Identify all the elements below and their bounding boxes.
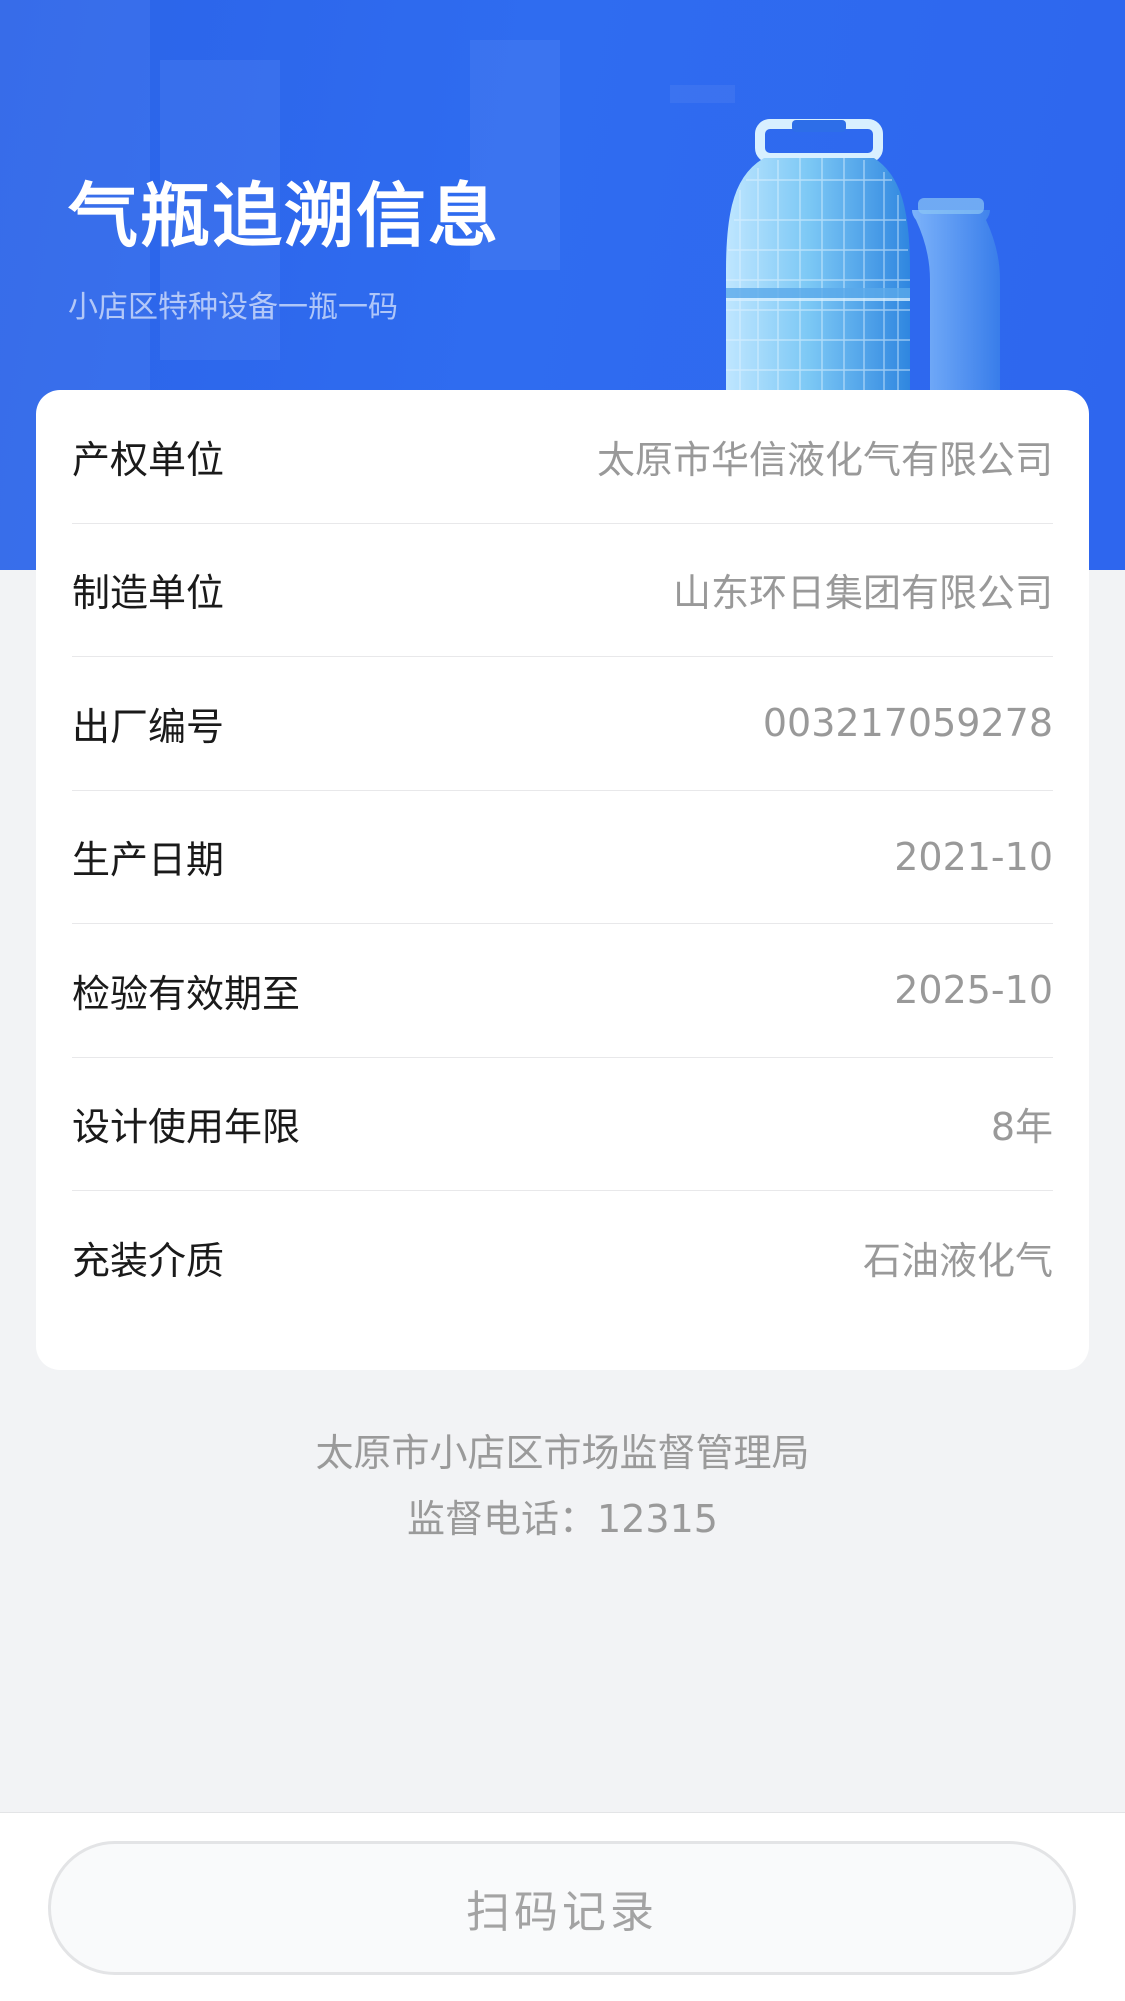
info-label: 产权单位 [72,437,225,482]
hotline-text: 监督电话：12315 [407,1497,718,1541]
bottom-bar: 扫码记录 [0,1812,1125,2001]
gas-cylinder-icon [726,119,1000,400]
info-value: 2021-10 [894,834,1053,879]
info-label: 生产日期 [72,838,225,883]
supervision-footer: 太原市小店区市场监督管理局 监督电话：12315 [0,1420,1125,1552]
page: 气瓶追溯信息 小店区特种设备一瓶一码 产权单位 太原市华信液化气有限公司 制造单… [0,0,1125,2001]
info-row-inspection-valid-until: 检验有效期至 2025-10 [72,924,1053,1058]
page-title: 气瓶追溯信息 [68,175,500,257]
info-row-filling-medium: 充装介质 石油液化气 [72,1191,1053,1325]
info-label: 充装介质 [72,1239,225,1284]
authority-name: 太原市小店区市场监督管理局 [315,1431,810,1475]
info-value: 太原市华信液化气有限公司 [596,437,1053,482]
info-label: 出厂编号 [72,704,225,749]
info-row-design-service-life: 设计使用年限 8年 [72,1058,1053,1191]
info-label: 制造单位 [72,571,225,616]
info-value: 山东环日集团有限公司 [672,571,1053,616]
page-subtitle: 小店区特种设备一瓶一码 [68,290,398,325]
info-value: 2025-10 [894,968,1053,1013]
info-value: 石油液化气 [862,1239,1053,1284]
info-label: 设计使用年限 [72,1105,301,1150]
scan-record-button[interactable]: 扫码记录 [48,1841,1076,1975]
info-row-owner: 产权单位 太原市华信液化气有限公司 [72,390,1053,524]
info-value: 003217059278 [762,701,1053,746]
cylinder-info-card: 产权单位 太原市华信液化气有限公司 制造单位 山东环日集团有限公司 出厂编号 0… [36,390,1089,1370]
info-label: 检验有效期至 [72,971,301,1016]
info-row-production-date: 生产日期 2021-10 [72,791,1053,924]
info-row-serial-number: 出厂编号 003217059278 [72,657,1053,791]
info-value: 8年 [990,1105,1053,1150]
header-decoration [670,85,735,103]
info-row-manufacturer: 制造单位 山东环日集团有限公司 [72,524,1053,657]
